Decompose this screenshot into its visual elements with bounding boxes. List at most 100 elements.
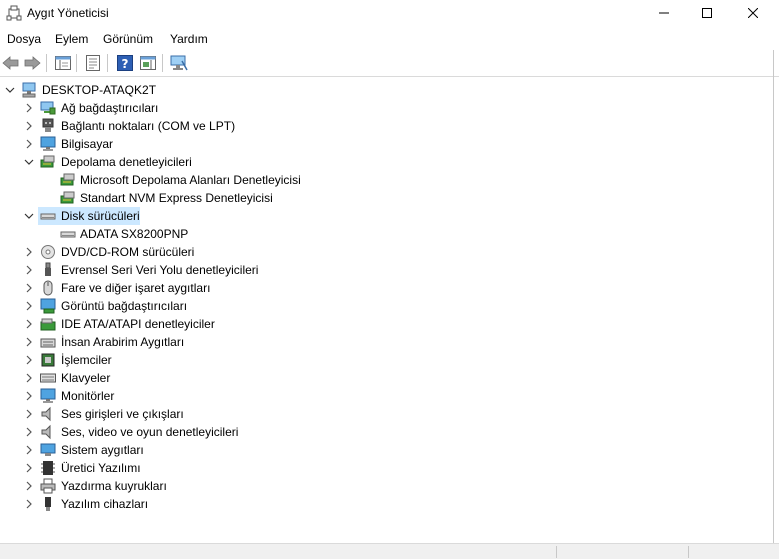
chevron-down-icon[interactable]: [24, 157, 34, 167]
mouse-icon: [43, 280, 53, 296]
hid-icon: [40, 338, 56, 348]
chevron-right-icon[interactable]: [24, 409, 34, 419]
tree-child-storage-spaces[interactable]: Microsoft Depolama Alanları Denetleyicis…: [0, 171, 773, 189]
tree-node-system-devices[interactable]: Sistem aygıtları: [0, 441, 773, 459]
node-label: ADATA SX8200PNP: [80, 227, 189, 241]
chevron-right-icon[interactable]: [24, 319, 34, 329]
node-label: Yazılım cihazları: [61, 497, 149, 511]
chevron-right-icon[interactable]: [24, 427, 34, 437]
chevron-right-icon[interactable]: [24, 391, 34, 401]
port-icon: [42, 118, 54, 132]
chevron-right-icon[interactable]: [24, 265, 34, 275]
node-label: Ses, video ve oyun denetleyicileri: [61, 425, 239, 439]
forward-button[interactable]: [23, 54, 41, 72]
printer-icon: [40, 478, 56, 494]
menu-file[interactable]: Dosya: [7, 32, 41, 46]
tree-node-storage-controllers[interactable]: Depolama denetleyicileri: [0, 153, 773, 171]
toolbar-separator: [107, 54, 108, 72]
tree-node-network-adapters[interactable]: Ağ bağdaştırıcıları: [0, 99, 773, 117]
node-label: Disk sürücüleri: [61, 209, 140, 223]
tree-node-disk-drives[interactable]: Disk sürücüleri: [0, 207, 773, 225]
help-button[interactable]: ?: [116, 54, 134, 72]
tree-node-hid[interactable]: İnsan Arabirim Aygıtları: [0, 333, 773, 351]
menu-view[interactable]: Görünüm: [103, 32, 153, 46]
node-label: Depolama denetleyicileri: [61, 155, 192, 169]
chevron-right-icon[interactable]: [24, 355, 34, 365]
tree-child-nvme-controller[interactable]: Standart NVM Express Denetleyicisi: [0, 189, 773, 207]
tree-node-print-queues[interactable]: Yazdırma kuyrukları: [0, 477, 773, 495]
toolbar: ?: [0, 50, 779, 77]
status-divider: [688, 546, 689, 558]
chevron-right-icon[interactable]: [24, 247, 34, 257]
tree-node-processors[interactable]: İşlemciler: [0, 351, 773, 369]
tree-node-ide[interactable]: IDE ATA/ATAPI denetleyiciler: [0, 315, 773, 333]
software-device-icon: [45, 497, 51, 511]
disk-drive-icon: [40, 213, 56, 220]
tree-node-computer[interactable]: Bilgisayar: [0, 135, 773, 153]
disk-drive-icon: [60, 231, 76, 238]
chevron-right-icon[interactable]: [24, 121, 34, 131]
properties-icon: [86, 55, 100, 71]
network-adapter-icon: [40, 101, 56, 115]
tree-node-keyboards[interactable]: Klavyeler: [0, 369, 773, 387]
ide-icon: [40, 318, 56, 331]
node-label: Ağ bağdaştırıcıları: [61, 101, 159, 115]
tree-child-adata-disk[interactable]: ADATA SX8200PNP: [0, 225, 773, 243]
scan-hardware-button[interactable]: [170, 54, 188, 72]
action-pane-button[interactable]: [139, 54, 157, 72]
chevron-right-icon[interactable]: [24, 499, 34, 509]
back-button[interactable]: [2, 54, 20, 72]
tree-node-software-devices[interactable]: Yazılım cihazları: [0, 495, 773, 513]
console-tree-icon: [55, 56, 71, 70]
node-label: Microsoft Depolama Alanları Denetleyicis…: [80, 173, 301, 187]
node-label: Standart NVM Express Denetleyicisi: [80, 191, 273, 205]
processor-icon: [41, 353, 55, 367]
tree-root[interactable]: DESKTOP-ATAQK2T: [0, 81, 773, 99]
window-title: Aygıt Yöneticisi: [27, 6, 109, 20]
tree-node-usb[interactable]: Evrensel Seri Veri Yolu denetleyicileri: [0, 261, 773, 279]
usb-icon: [45, 262, 51, 276]
tree-node-ports[interactable]: Bağlantı noktaları (COM ve LPT): [0, 117, 773, 135]
tree-node-monitors[interactable]: Monitörler: [0, 387, 773, 405]
chevron-right-icon[interactable]: [24, 283, 34, 293]
node-label: DVD/CD-ROM sürücüleri: [61, 245, 195, 259]
tree-node-mice[interactable]: Fare ve diğer işaret aygıtları: [0, 279, 773, 297]
sound-icon: [41, 424, 51, 440]
tree-node-dvd[interactable]: DVD/CD-ROM sürücüleri: [0, 243, 773, 261]
chevron-right-icon[interactable]: [24, 301, 34, 311]
node-label: Fare ve diğer işaret aygıtları: [61, 281, 211, 295]
tree-node-display-adapters[interactable]: Görüntü bağdaştırıcıları: [0, 297, 773, 315]
status-bar: [0, 543, 779, 559]
menu-help[interactable]: Yardım: [170, 32, 208, 46]
status-divider: [556, 546, 557, 558]
svg-text:?: ?: [122, 57, 129, 71]
tree-node-firmware[interactable]: Üretici Yazılımı: [0, 459, 773, 477]
chevron-right-icon[interactable]: [24, 337, 34, 347]
node-label: Bağlantı noktaları (COM ve LPT): [61, 119, 236, 133]
chevron-right-icon[interactable]: [24, 373, 34, 383]
chevron-right-icon[interactable]: [24, 103, 34, 113]
chevron-right-icon[interactable]: [24, 463, 34, 473]
chevron-down-icon[interactable]: [5, 85, 15, 95]
node-label: Yazdırma kuyrukları: [61, 479, 167, 493]
chevron-right-icon[interactable]: [24, 139, 34, 149]
close-button[interactable]: [730, 0, 776, 26]
show-hide-console-tree-button[interactable]: [54, 54, 72, 72]
toolbar-separator: [46, 54, 47, 72]
maximize-button[interactable]: [684, 0, 730, 26]
chevron-down-icon[interactable]: [24, 211, 34, 221]
tree-node-sound-video[interactable]: Ses, video ve oyun denetleyicileri: [0, 423, 773, 441]
back-arrow-icon: [2, 56, 19, 70]
minimize-button[interactable]: [641, 0, 687, 26]
properties-button[interactable]: [84, 54, 102, 72]
chevron-right-icon[interactable]: [24, 481, 34, 491]
node-label: İşlemciler: [61, 353, 112, 367]
monitor-icon: [40, 388, 56, 403]
node-label: Bilgisayar: [61, 137, 114, 151]
node-label: Görüntü bağdaştırıcıları: [61, 299, 188, 313]
chevron-right-icon[interactable]: [24, 445, 34, 455]
speaker-icon: [41, 406, 51, 422]
tree-node-audio-io[interactable]: Ses girişleri ve çıkışları: [0, 405, 773, 423]
menu-action[interactable]: Eylem: [55, 32, 88, 46]
action-pane-icon: [140, 56, 156, 70]
